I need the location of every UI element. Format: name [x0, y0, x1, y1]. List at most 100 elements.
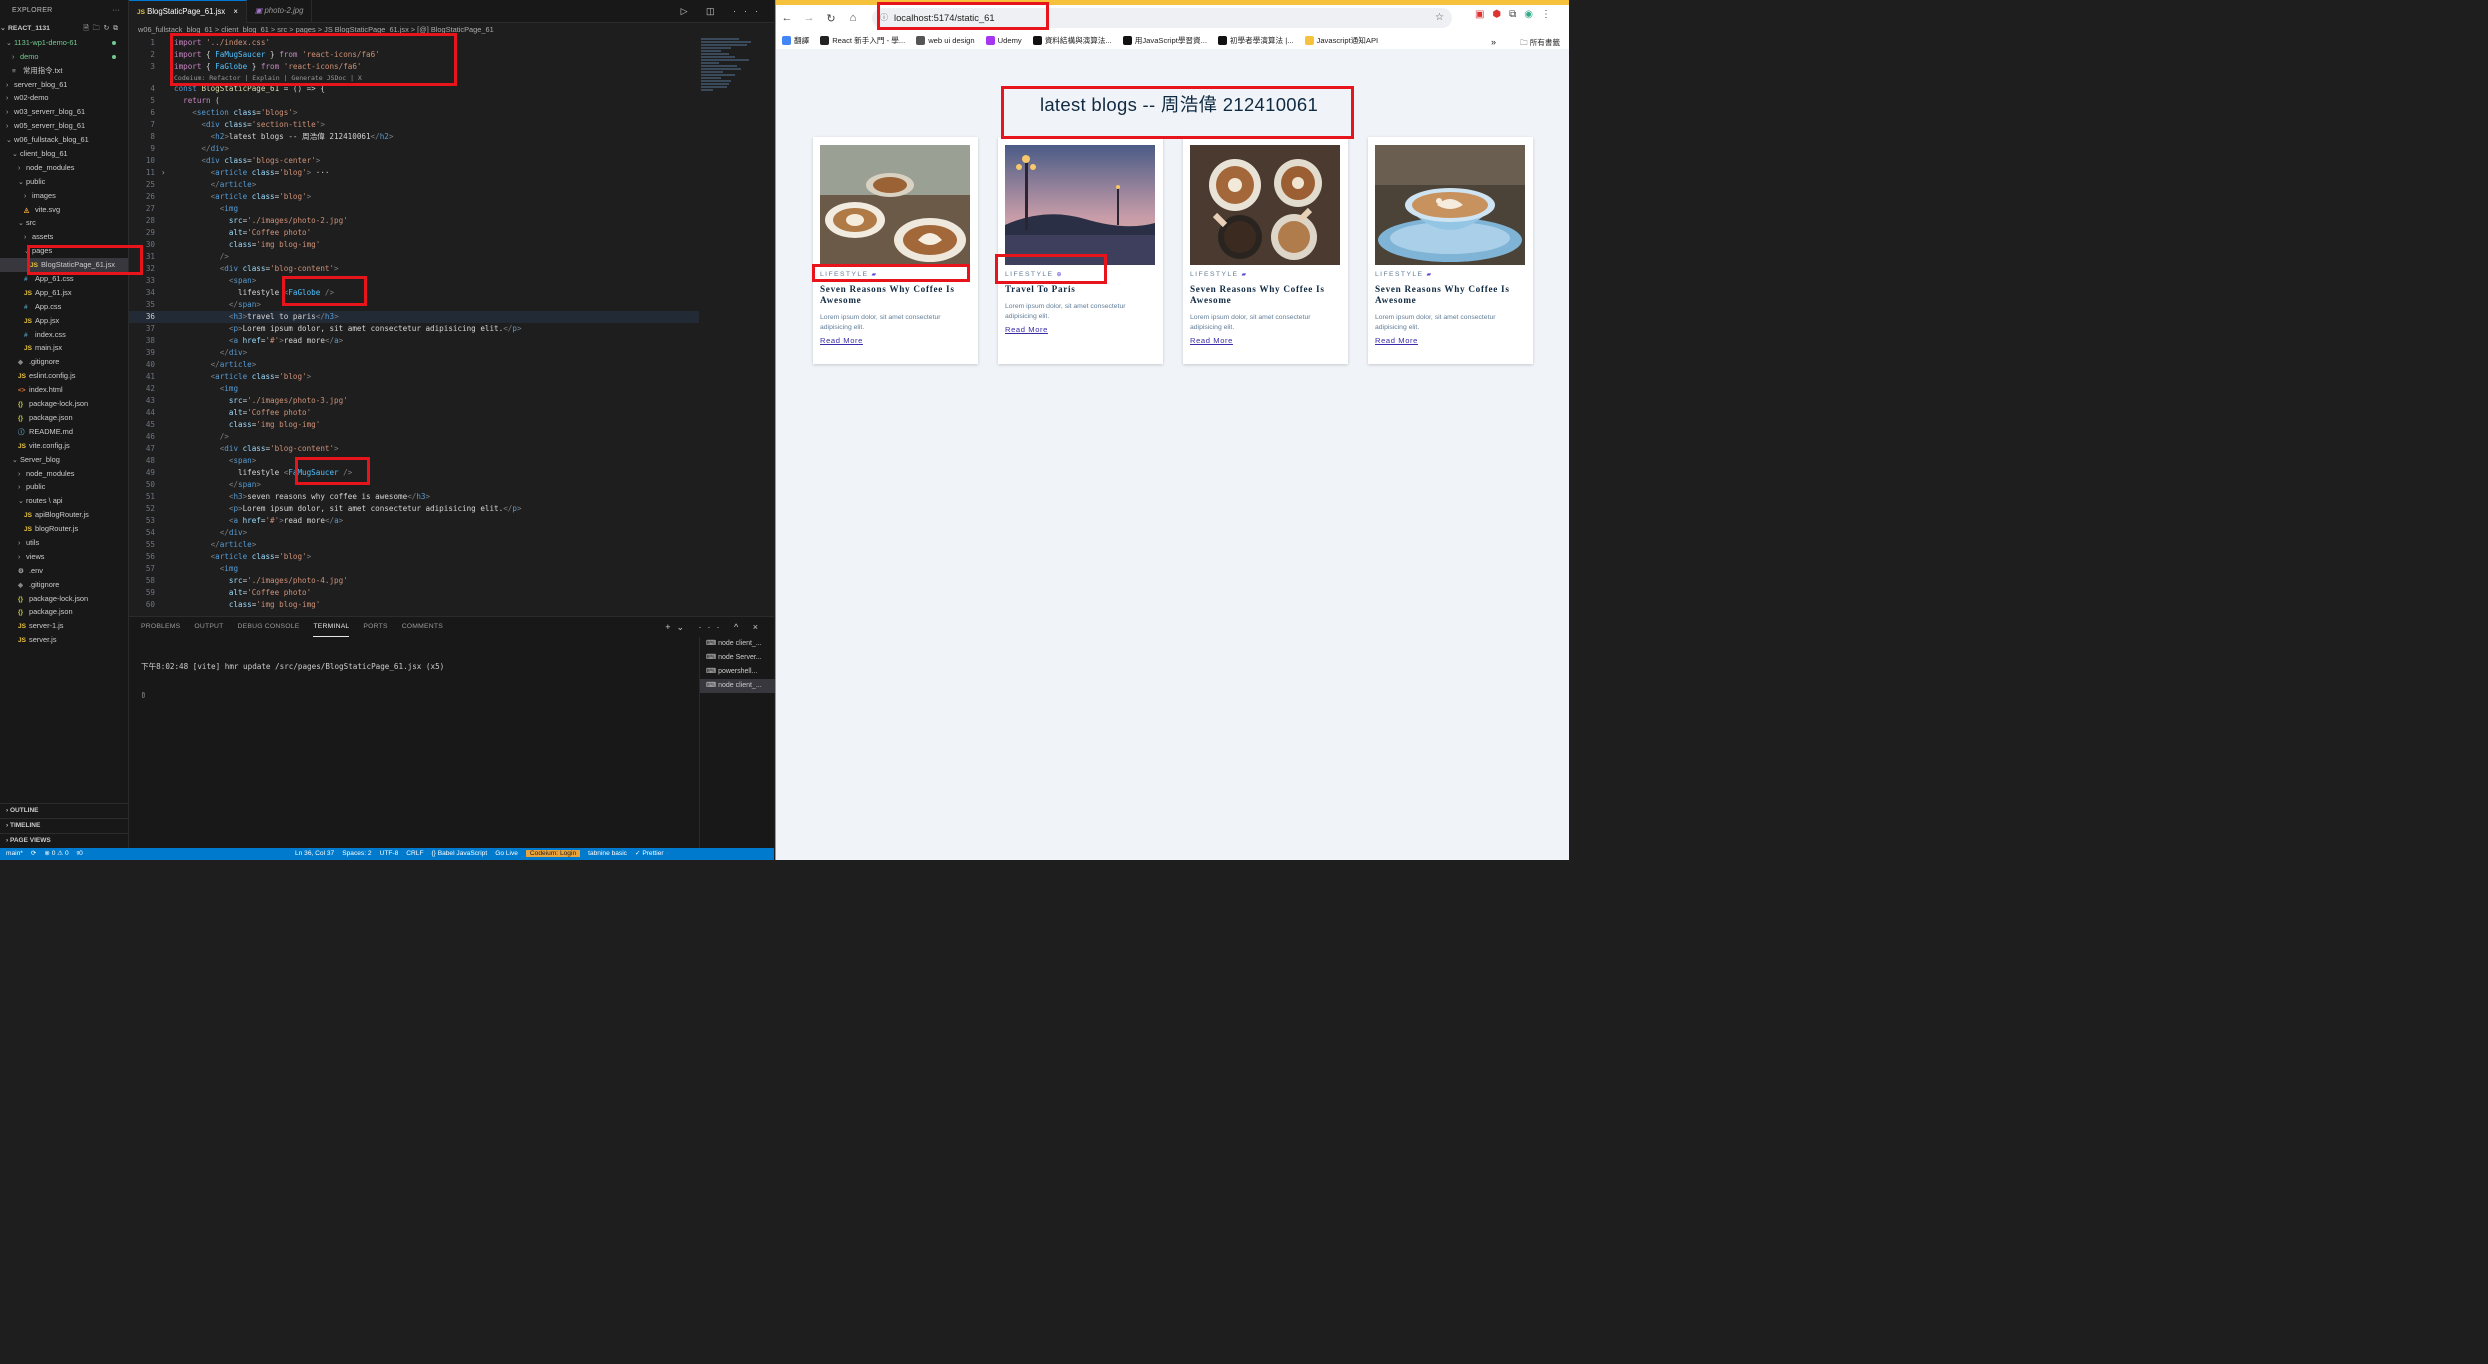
terminal-output[interactable]: 下午8:02:48 [vite] hmr update /src/pages/B… [141, 643, 444, 717]
code-line[interactable]: 44 alt='Coffee photo' [129, 407, 699, 419]
code-line[interactable]: 56 <article class='blog'> [129, 551, 699, 563]
tree-file[interactable]: JS server.js [0, 633, 128, 647]
code-line[interactable]: 53 <a href='#'>read more</a> [129, 515, 699, 527]
code-line[interactable]: 46 /> [129, 431, 699, 443]
codeium-codelens[interactable]: Codeium: Refactor | Explain | Generate J… [129, 73, 699, 83]
panel-actions[interactable]: +⌄ ··· ^ × [665, 617, 764, 637]
tree-file[interactable]: <> index.html [0, 383, 128, 397]
status-item[interactable]: Spaces: 2 [342, 850, 371, 857]
bookmark-item[interactable]: Udemy [985, 35, 1022, 45]
tree-folder[interactable]: ⌄ public [0, 175, 128, 189]
code-line[interactable]: 40 </article> [129, 359, 699, 371]
bookmarks-overflow-button[interactable]: » [1491, 37, 1496, 47]
outline-section[interactable]: › OUTLINE [0, 803, 128, 818]
bookmark-item[interactable]: 初學者學演算法 |... [1217, 35, 1294, 46]
bookmark-item[interactable]: React 新手入門 - 學... [820, 35, 905, 46]
tree-file[interactable]: ⓘ README.md [0, 425, 128, 439]
reload-icon[interactable]: ↻ [820, 12, 842, 25]
code-editor[interactable]: 1 import '../index.css' 2 import { FaMugSau… [129, 37, 699, 615]
bookmark-star-icon[interactable]: ☆ [1435, 8, 1444, 28]
code-line[interactable]: 51 <h3>seven reasons why coffee is aweso… [129, 491, 699, 503]
tree-file[interactable]: JS App.jsx [0, 314, 128, 328]
code-line[interactable]: 41 <article class='blog'> [129, 371, 699, 383]
code-line[interactable]: 52 <p>Lorem ipsum dolor, sit amet consec… [129, 503, 699, 515]
code-line[interactable]: 36 <h3>travel to paris</h3> [129, 311, 699, 323]
status-item[interactable]: ⟳ [31, 850, 37, 857]
code-line[interactable]: 39 </div> [129, 347, 699, 359]
code-line[interactable]: 29 alt='Coffee photo' [129, 227, 699, 239]
tree-folder[interactable]: › node_modules [0, 161, 128, 175]
tab-blogstaticpage[interactable]: JS BlogStaticPage_61.jsx × [129, 0, 247, 23]
code-line[interactable]: 58 src='./images/photo-4.jpg' [129, 575, 699, 587]
tree-file[interactable]: JS vite.config.js [0, 439, 128, 453]
bookmark-item[interactable]: web ui design [916, 35, 975, 45]
tree-file[interactable]: ◆ .gitignore [0, 355, 128, 369]
address-bar[interactable]: ⓘ localhost:5174/static_61 ☆ [872, 8, 1452, 28]
timeline-section[interactable]: › TIMELINE [0, 818, 128, 833]
code-line[interactable]: 2 import { FaMugSaucer } from 'react-icon… [129, 49, 699, 61]
status-item[interactable]: ✓ Prettier [635, 850, 664, 857]
code-line[interactable]: 57 <img [129, 563, 699, 575]
close-icon[interactable]: × [233, 7, 238, 16]
status-item[interactable]: ᵍ0 [77, 850, 83, 857]
panel-tab-terminal[interactable]: TERMINAL [313, 617, 350, 637]
panel-tab-debug-console[interactable]: DEBUG CONSOLE [238, 617, 300, 637]
bookmark-item[interactable]: 用JavaScript學習資... [1122, 35, 1207, 46]
code-line[interactable]: 28 src='./images/photo-2.jpg' [129, 215, 699, 227]
status-item[interactable]: Ln 36, Col 37 [295, 850, 334, 857]
tab-photo-2[interactable]: ▣ photo-2.jpg [247, 0, 313, 22]
tree-file[interactable]: # index.css [0, 328, 128, 342]
code-line[interactable]: 33 <span> [129, 275, 699, 287]
code-line[interactable]: 25 </article> [129, 179, 699, 191]
tree-file[interactable]: JS server-1.js [0, 619, 128, 633]
code-line[interactable]: 37 <p>Lorem ipsum dolor, sit amet consec… [129, 323, 699, 335]
code-line[interactable]: 38 <a href='#'>read more</a> [129, 335, 699, 347]
tree-file[interactable]: {} package.json [0, 411, 128, 425]
code-line[interactable]: 49 lifestyle <FaMugSaucer /> [129, 467, 699, 479]
code-line[interactable]: 31 /> [129, 251, 699, 263]
code-line[interactable]: 4 const BlogStaticPage_61 = () => { [129, 83, 699, 95]
tree-file[interactable]: JS apiBlogRouter.js [0, 508, 128, 522]
panel-tab-comments[interactable]: COMMENTS [402, 617, 443, 637]
code-line[interactable]: 10 <div class='blogs-center'> [129, 155, 699, 167]
tree-file[interactable]: # App.css [0, 300, 128, 314]
code-line[interactable]: 47 <div class='blog-content'> [129, 443, 699, 455]
tree-folder[interactable]: ⌄ client_blog_61 [0, 147, 128, 161]
tree-file[interactable]: ≡ 常用指令.txt [0, 64, 128, 78]
code-line[interactable]: 50 </span> [129, 479, 699, 491]
code-line[interactable]: 32 <div class='blog-content'> [129, 263, 699, 275]
tree-folder[interactable]: › w05_serverr_blog_61 [0, 119, 128, 133]
code-line[interactable]: 34 lifestyle <FaGlobe /> [129, 287, 699, 299]
tree-folder[interactable]: ⌄ Server_blog [0, 453, 128, 467]
site-info-icon[interactable]: ⓘ [880, 8, 888, 28]
status-item[interactable]: Codeium: Login [525, 850, 581, 857]
tree-folder[interactable]: › public [0, 480, 128, 494]
tree-file[interactable]: JS main.jsx [0, 341, 128, 355]
code-line[interactable]: 9 </div> [129, 143, 699, 155]
panel-tab-output[interactable]: OUTPUT [194, 617, 223, 637]
tree-file[interactable]: JS BlogStaticPage_61.jsx [0, 258, 128, 273]
tree-folder[interactable]: › w03_serverr_blog_61 [0, 105, 128, 119]
tree-file[interactable]: JS blogRouter.js [0, 522, 128, 536]
explorer-more-button[interactable]: ··· [112, 0, 120, 22]
forward-icon[interactable]: → [798, 12, 820, 24]
status-item[interactable]: CRLF [406, 850, 423, 857]
tree-file[interactable]: ◆ .gitignore [0, 578, 128, 592]
tree-folder[interactable]: › assets [0, 230, 128, 244]
tree-folder[interactable]: ⌄ 1131-wp1-demo-61 [0, 36, 128, 50]
tree-file[interactable]: ⚙ .env [0, 564, 128, 578]
tree-folder[interactable]: › utils [0, 536, 128, 550]
tree-file[interactable]: {} package-lock.json [0, 592, 128, 606]
code-line[interactable]: 42 <img [129, 383, 699, 395]
code-line[interactable]: 1 import '../index.css' [129, 37, 699, 49]
tree-file[interactable]: JS eslint.config.js [0, 369, 128, 383]
code-line[interactable]: 55 </article> [129, 539, 699, 551]
code-line[interactable]: 45 class='img blog-img' [129, 419, 699, 431]
page-views-section[interactable]: › PAGE VIEWS [0, 833, 128, 848]
terminal-instance[interactable]: ⌨ node client_... [700, 637, 775, 651]
tree-folder[interactable]: ⌄ pages [0, 244, 128, 258]
code-line[interactable]: 48 <span> [129, 455, 699, 467]
terminal-instance[interactable]: ⌨ node Server... [700, 651, 775, 665]
read-more-link[interactable]: Read More [820, 336, 863, 345]
panel-tab-ports[interactable]: PORTS [363, 617, 387, 637]
